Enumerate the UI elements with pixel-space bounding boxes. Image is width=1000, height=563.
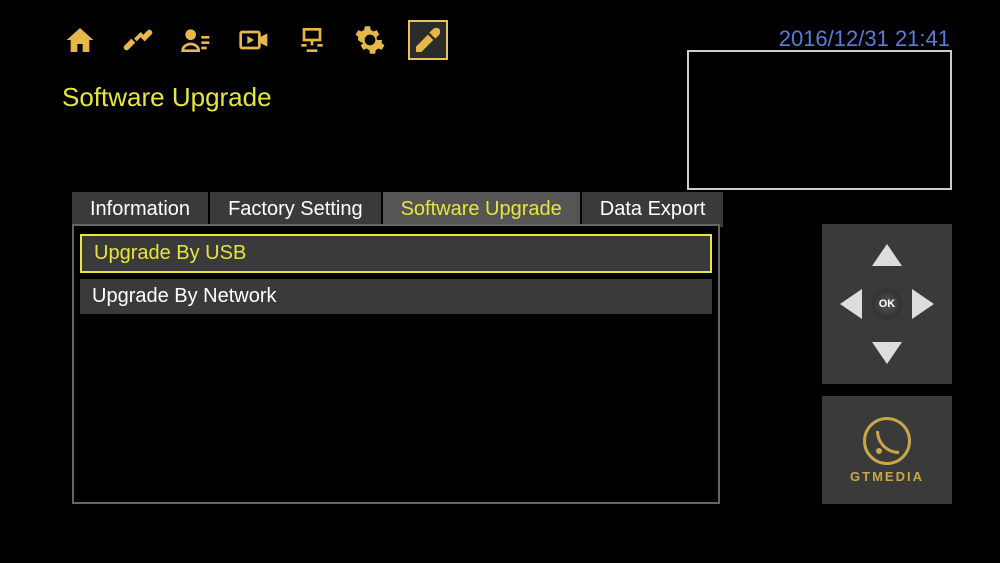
brand-logo-icon	[863, 417, 911, 465]
tabs-bar: Information Factory Setting Software Upg…	[72, 192, 725, 227]
video-icon[interactable]	[234, 20, 274, 60]
home-icon[interactable]	[60, 20, 100, 60]
dpad-right-icon[interactable]	[912, 289, 934, 319]
content-panel: Upgrade By USB Upgrade By Network	[72, 224, 720, 504]
datetime-label: 2016/12/31 21:41	[779, 26, 950, 52]
dpad-left-icon[interactable]	[840, 289, 862, 319]
dpad-control: OK	[822, 224, 952, 384]
brand-logo: GTMEDIA	[822, 396, 952, 504]
tools-icon[interactable]	[408, 20, 448, 60]
side-panel: OK GTMEDIA	[822, 224, 952, 504]
menu-upgrade-network[interactable]: Upgrade By Network	[80, 279, 712, 314]
tab-information[interactable]: Information	[72, 192, 210, 227]
network-icon[interactable]	[292, 20, 332, 60]
brand-label: GTMEDIA	[850, 469, 924, 484]
settings-icon[interactable]	[350, 20, 390, 60]
tab-data-export[interactable]: Data Export	[582, 192, 726, 227]
tab-software-upgrade[interactable]: Software Upgrade	[383, 192, 582, 227]
dpad-down-icon[interactable]	[872, 342, 902, 364]
tab-factory-setting[interactable]: Factory Setting	[210, 192, 383, 227]
user-icon[interactable]	[176, 20, 216, 60]
dpad-up-icon[interactable]	[872, 244, 902, 266]
ok-button[interactable]: OK	[872, 289, 902, 319]
satellite-icon[interactable]	[118, 20, 158, 60]
menu-upgrade-usb[interactable]: Upgrade By USB	[80, 234, 712, 273]
preview-window	[687, 50, 952, 190]
